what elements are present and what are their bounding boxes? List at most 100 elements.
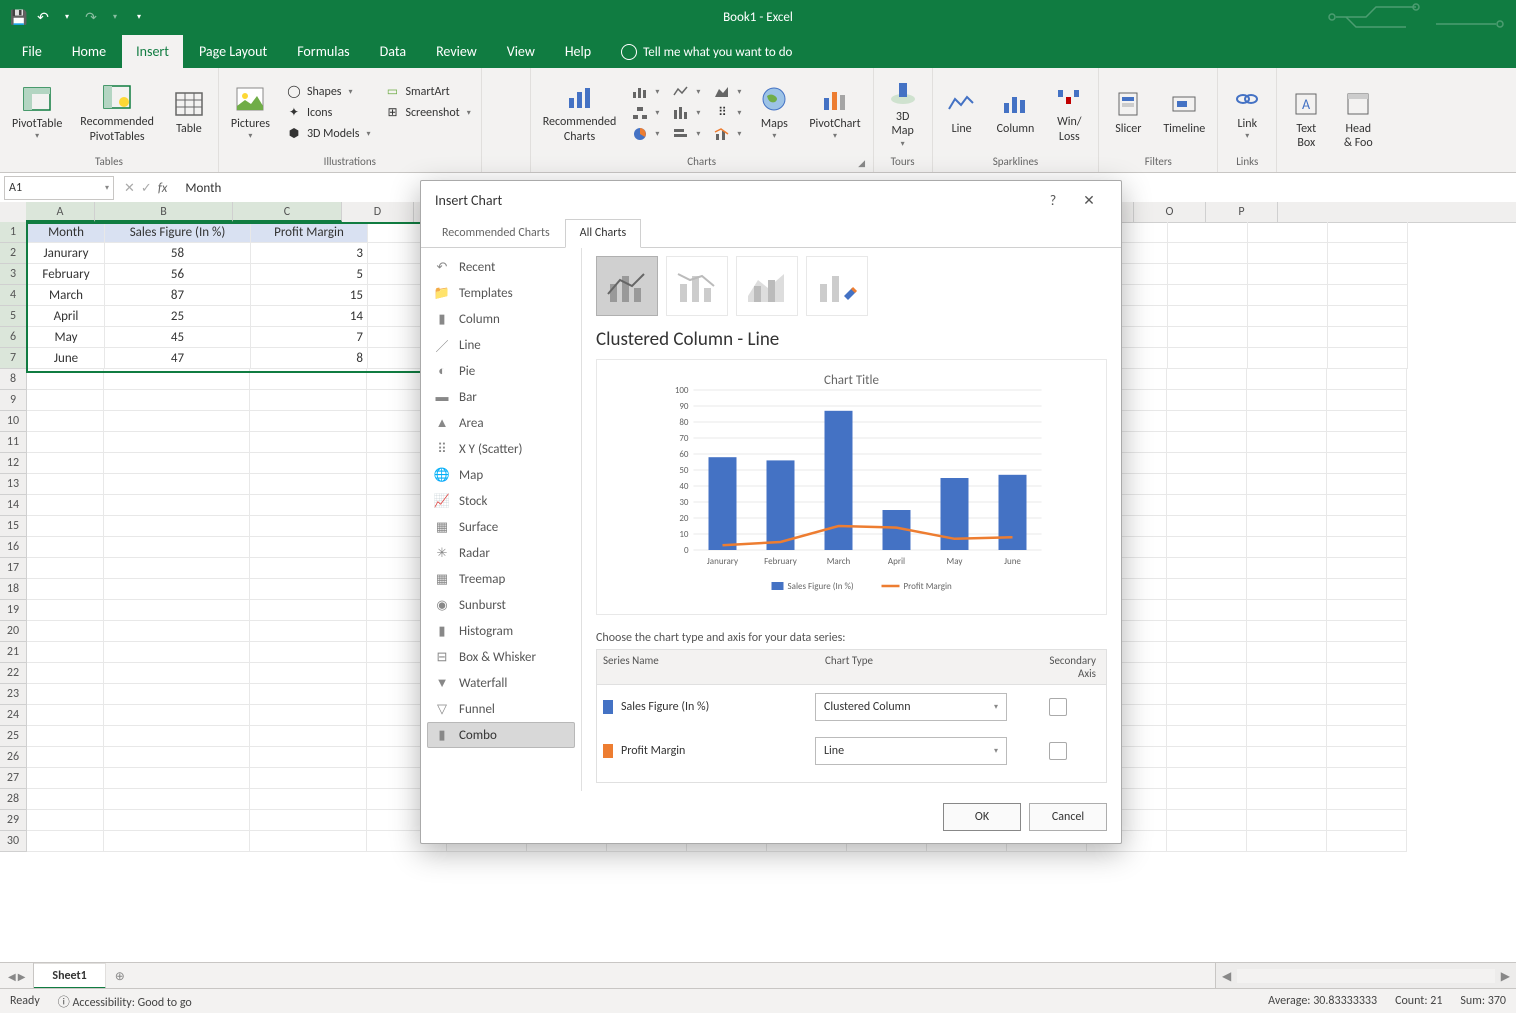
cell[interactable] [1327,789,1407,810]
cell[interactable]: 25 [105,306,251,327]
cell[interactable] [250,705,367,726]
cell[interactable]: March [28,285,105,306]
cell[interactable] [1167,411,1247,432]
cell[interactable] [250,747,367,768]
cell[interactable]: Profit Margin [251,222,368,243]
chart-type-templates[interactable]: 📁Templates [427,280,575,306]
cell[interactable] [104,474,250,495]
cell[interactable] [104,537,250,558]
cell[interactable] [1247,390,1327,411]
cell[interactable] [1168,327,1248,348]
cell[interactable] [1168,264,1248,285]
column-chart-button[interactable]: ▾ [626,82,665,102]
row-header[interactable]: 3 [0,264,28,285]
cell[interactable] [250,579,367,600]
cell[interactable] [250,663,367,684]
cell[interactable]: 7 [251,327,368,348]
cell[interactable] [1327,453,1407,474]
cell[interactable] [1167,579,1247,600]
cell[interactable] [104,705,250,726]
cell[interactable]: May [28,327,105,348]
combo-chart-button[interactable]: ▾ [708,124,747,144]
accessibility-status[interactable]: ⓘ Accessibility: Good to go [58,993,192,1010]
cell[interactable] [27,516,104,537]
cell[interactable] [104,579,250,600]
cell[interactable] [27,432,104,453]
cell[interactable] [250,558,367,579]
cell[interactable]: Janurary [28,243,105,264]
cell[interactable] [1247,663,1327,684]
screenshot-button[interactable]: ⊞Screenshot▾ [378,103,476,123]
cell[interactable] [27,600,104,621]
statistic-chart-button[interactable]: ▾ [667,103,706,123]
cell[interactable] [1167,453,1247,474]
close-button[interactable]: ✕ [1071,182,1107,218]
textbox-button[interactable]: AText Box [1281,86,1331,153]
cell[interactable] [1247,495,1327,516]
row-header[interactable]: 19 [0,600,27,621]
tab-page-layout[interactable]: Page Layout [185,35,281,68]
cell[interactable] [250,642,367,663]
row-header[interactable]: 24 [0,705,27,726]
cell[interactable] [1167,705,1247,726]
cell[interactable] [27,663,104,684]
row-header[interactable]: 6 [0,327,28,348]
cell[interactable] [250,537,367,558]
cell[interactable] [250,495,367,516]
cell[interactable] [250,516,367,537]
cell[interactable] [27,747,104,768]
row-header[interactable]: 27 [0,768,27,789]
cell[interactable] [104,390,250,411]
cell[interactable]: 87 [105,285,251,306]
column-header[interactable]: A [26,202,95,222]
cell[interactable] [1167,432,1247,453]
column-header[interactable]: B [95,202,233,222]
cell[interactable] [1247,558,1327,579]
cell[interactable] [1328,264,1408,285]
cell[interactable] [1247,621,1327,642]
cell[interactable] [1327,495,1407,516]
cell[interactable]: February [28,264,105,285]
sparkline-winloss-button[interactable]: Win/ Loss [1044,79,1094,146]
cell[interactable] [27,642,104,663]
icons-button[interactable]: ✦Icons [280,103,377,123]
chart-type-waterfall[interactable]: ▼Waterfall [427,670,575,696]
area-chart-button[interactable]: ▾ [708,82,747,102]
redo-dropdown-icon[interactable]: ▾ [106,8,124,26]
cell[interactable] [250,684,367,705]
undo-dropdown-icon[interactable]: ▾ [58,8,76,26]
subtype-clustered-column-line[interactable] [596,256,658,316]
cell[interactable] [104,663,250,684]
cell[interactable] [1167,684,1247,705]
cell[interactable] [27,453,104,474]
cell[interactable] [1247,705,1327,726]
cell[interactable]: 15 [251,285,368,306]
recommended-charts-button[interactable]: Recommended Charts [535,79,625,146]
chart-type-histogram[interactable]: ▮Histogram [427,618,575,644]
timeline-button[interactable]: Timeline [1155,86,1213,138]
row-header[interactable]: 16 [0,537,27,558]
cell[interactable] [1327,642,1407,663]
cell[interactable] [250,432,367,453]
tab-help[interactable]: Help [551,35,605,68]
cell[interactable] [250,474,367,495]
cell[interactable] [1327,390,1407,411]
cell[interactable] [250,390,367,411]
3d-map-button[interactable]: 3D Map▾ [878,74,928,151]
cell[interactable] [1167,558,1247,579]
cell[interactable] [250,600,367,621]
cell[interactable]: 56 [105,264,251,285]
cell[interactable]: Sales Figure (In %) [105,222,251,243]
cell[interactable] [1247,810,1327,831]
row-header[interactable]: 30 [0,831,27,852]
cell[interactable] [104,558,250,579]
cell[interactable] [250,831,367,852]
cell[interactable] [104,726,250,747]
cell[interactable] [1167,768,1247,789]
cell[interactable] [27,579,104,600]
cell[interactable] [1247,600,1327,621]
subtype-custom[interactable] [806,256,868,316]
tab-review[interactable]: Review [422,35,491,68]
cell[interactable] [1328,285,1408,306]
chart-type-select[interactable]: Line▾ [815,737,1007,765]
